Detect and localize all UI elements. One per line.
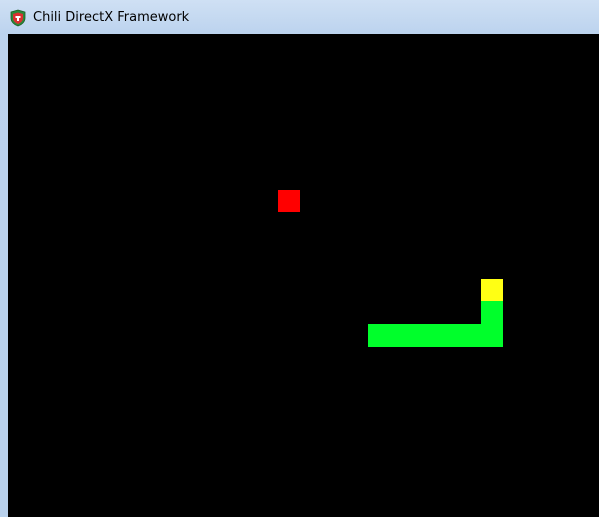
snake-body-segment [481,301,503,324]
food-pellet [278,190,300,212]
snake-body-segment [368,324,503,347]
title-bar[interactable]: Chili DirectX Framework [0,0,599,34]
chili-app-icon [10,9,26,27]
app-window: Chili DirectX Framework [0,0,599,517]
snake-head [481,279,503,301]
game-playfield[interactable] [8,34,599,517]
window-title: Chili DirectX Framework [33,10,190,25]
